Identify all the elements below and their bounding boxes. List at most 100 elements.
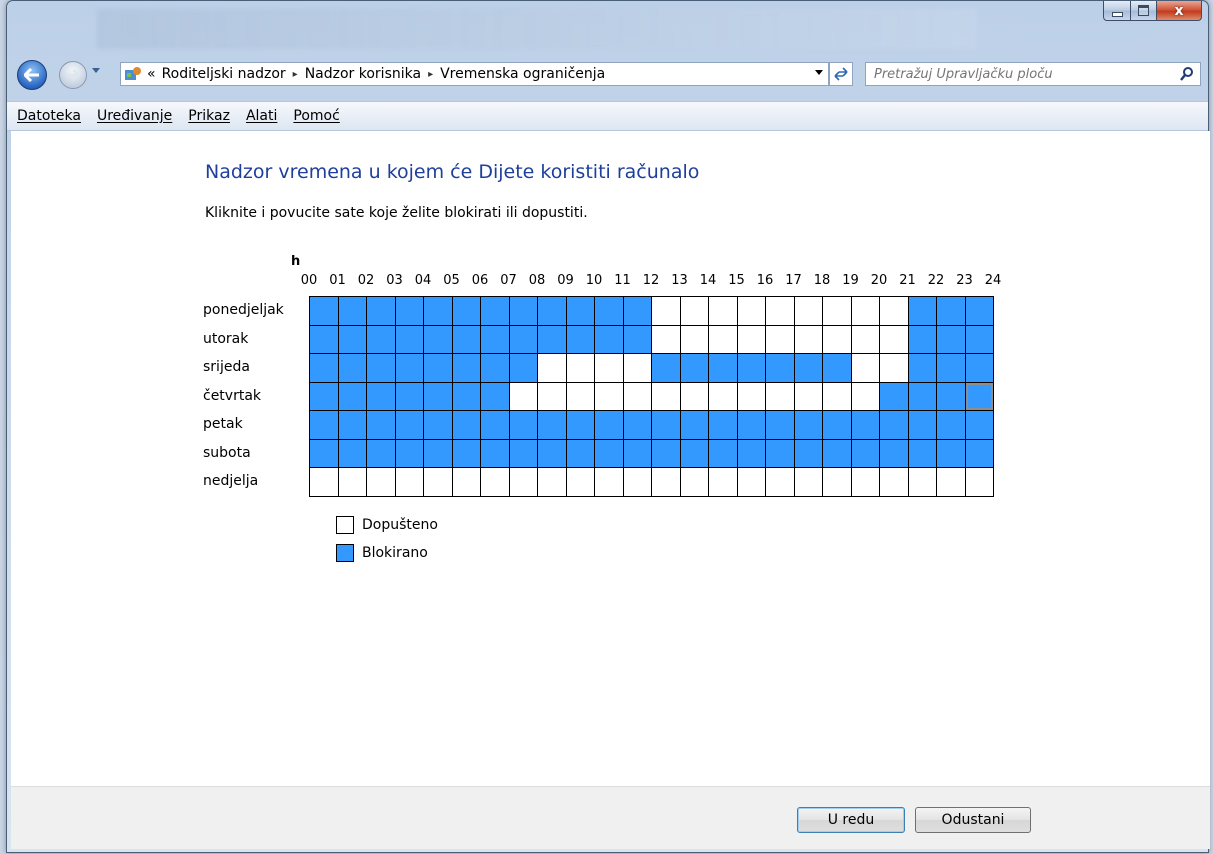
hour-cell[interactable]	[936, 410, 966, 440]
hour-cell[interactable]	[907, 324, 937, 354]
hour-cell[interactable]	[394, 353, 424, 383]
hour-cell[interactable]	[309, 324, 339, 354]
menu-tools[interactable]: Alati	[246, 108, 277, 124]
hour-cell[interactable]	[309, 296, 339, 326]
hour-cell[interactable]	[907, 353, 937, 383]
hour-cell[interactable]	[565, 438, 595, 468]
hour-cell[interactable]	[537, 381, 567, 411]
forward-button[interactable]	[59, 61, 87, 89]
hour-cell[interactable]	[679, 467, 709, 497]
hour-cell[interactable]	[337, 296, 367, 326]
hour-cell[interactable]	[879, 438, 909, 468]
hour-cell[interactable]	[736, 324, 766, 354]
hour-cell[interactable]	[964, 410, 994, 440]
hour-cell[interactable]	[451, 353, 481, 383]
hour-cell[interactable]	[651, 296, 681, 326]
hour-cell[interactable]	[337, 410, 367, 440]
hour-cell[interactable]	[366, 410, 396, 440]
hour-cell[interactable]	[366, 381, 396, 411]
hour-cell[interactable]	[537, 438, 567, 468]
hour-cell[interactable]	[765, 410, 795, 440]
hour-cell[interactable]	[508, 467, 538, 497]
hour-cell[interactable]	[565, 324, 595, 354]
hour-cell[interactable]	[423, 353, 453, 383]
hour-cell[interactable]	[565, 353, 595, 383]
hour-cell[interactable]	[622, 296, 652, 326]
hour-cell[interactable]	[451, 438, 481, 468]
hour-cell[interactable]	[793, 438, 823, 468]
search-input[interactable]	[872, 65, 1166, 83]
hour-cell[interactable]	[394, 438, 424, 468]
hour-cell[interactable]	[679, 381, 709, 411]
hour-cell[interactable]	[508, 296, 538, 326]
hour-cell[interactable]	[366, 296, 396, 326]
hour-cell[interactable]	[936, 467, 966, 497]
hour-cell[interactable]	[879, 353, 909, 383]
hour-cell[interactable]	[850, 438, 880, 468]
hour-cell[interactable]	[679, 353, 709, 383]
hour-cell[interactable]	[936, 324, 966, 354]
hour-cell[interactable]	[537, 467, 567, 497]
hour-cell[interactable]	[850, 353, 880, 383]
hour-cell[interactable]	[736, 410, 766, 440]
hour-cell[interactable]	[423, 467, 453, 497]
hour-cell[interactable]	[936, 353, 966, 383]
hour-cell[interactable]	[480, 410, 510, 440]
hour-cell[interactable]	[451, 467, 481, 497]
search-icon[interactable]	[1180, 67, 1194, 81]
hour-cell[interactable]	[964, 467, 994, 497]
hour-cell[interactable]	[708, 381, 738, 411]
hour-cell[interactable]	[736, 353, 766, 383]
hour-cell[interactable]	[708, 467, 738, 497]
hour-cell[interactable]	[850, 467, 880, 497]
hour-cell[interactable]	[451, 381, 481, 411]
hour-cell[interactable]	[594, 381, 624, 411]
hour-cell[interactable]	[964, 353, 994, 383]
hour-cell[interactable]	[622, 410, 652, 440]
hour-cell[interactable]	[793, 296, 823, 326]
hour-cell[interactable]	[394, 410, 424, 440]
hour-cell[interactable]	[622, 353, 652, 383]
hour-cell[interactable]	[508, 410, 538, 440]
hour-cell[interactable]	[537, 410, 567, 440]
hour-cell[interactable]	[736, 467, 766, 497]
hour-cell[interactable]	[366, 353, 396, 383]
hour-cell[interactable]	[508, 381, 538, 411]
hour-cell[interactable]	[480, 438, 510, 468]
hour-cell[interactable]	[822, 438, 852, 468]
hour-cell[interactable]	[708, 410, 738, 440]
hour-cell[interactable]	[309, 467, 339, 497]
hour-cell[interactable]	[964, 381, 994, 411]
time-restriction-grid[interactable]	[309, 296, 994, 497]
breadcrumb-overflow[interactable]: «	[147, 66, 156, 82]
hour-cell[interactable]	[594, 296, 624, 326]
hour-cell[interactable]	[822, 467, 852, 497]
hour-cell[interactable]	[565, 467, 595, 497]
address-dropdown-icon[interactable]	[814, 69, 824, 77]
hour-cell[interactable]	[423, 410, 453, 440]
hour-cell[interactable]	[451, 324, 481, 354]
hour-cell[interactable]	[537, 296, 567, 326]
hour-cell[interactable]	[822, 410, 852, 440]
menu-view[interactable]: Prikaz	[188, 108, 230, 124]
hour-cell[interactable]	[964, 438, 994, 468]
hour-cell[interactable]	[765, 296, 795, 326]
hour-cell[interactable]	[394, 296, 424, 326]
hour-cell[interactable]	[394, 381, 424, 411]
hour-cell[interactable]	[907, 438, 937, 468]
hour-cell[interactable]	[394, 324, 424, 354]
hour-cell[interactable]	[480, 324, 510, 354]
hour-cell[interactable]	[822, 324, 852, 354]
hour-cell[interactable]	[480, 353, 510, 383]
hour-cell[interactable]	[679, 410, 709, 440]
breadcrumb-item[interactable]: Roditeljski nadzor	[162, 66, 286, 82]
ok-button[interactable]: U redu	[797, 807, 905, 833]
back-button[interactable]	[17, 60, 47, 90]
hour-cell[interactable]	[822, 381, 852, 411]
cancel-button[interactable]: Odustani	[915, 807, 1031, 833]
hour-cell[interactable]	[309, 438, 339, 468]
hour-cell[interactable]	[708, 438, 738, 468]
hour-cell[interactable]	[907, 410, 937, 440]
hour-cell[interactable]	[964, 324, 994, 354]
maximize-button[interactable]	[1131, 1, 1157, 21]
